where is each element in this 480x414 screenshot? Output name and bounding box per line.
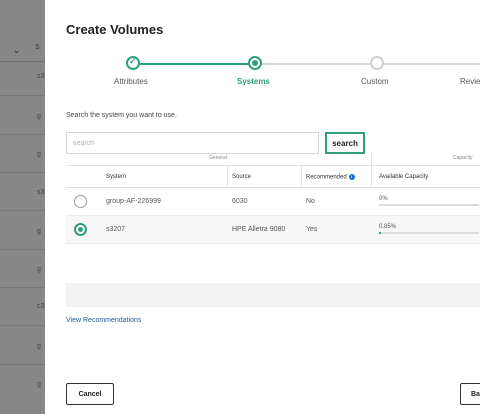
cell-recommended: Yes	[306, 226, 318, 233]
table-row[interactable]: group-AF-226999 6030 No 0%	[66, 188, 480, 216]
divider	[371, 153, 372, 165]
capacity-bar-fill	[379, 232, 381, 234]
cell-system: group-AF-226999	[106, 198, 161, 205]
row-select-radio[interactable]	[74, 195, 87, 208]
cell-capacity-label: 0.85%	[379, 224, 397, 230]
cell-system: s3207	[106, 226, 126, 233]
divider	[227, 166, 228, 188]
stepper-line-pending	[383, 63, 480, 65]
column-header-system[interactable]: System	[106, 174, 126, 180]
column-group-general: General	[209, 155, 227, 161]
cell-capacity-label: 0%	[379, 196, 388, 202]
column-header-recommended[interactable]: Recommended i	[306, 174, 355, 181]
search-input[interactable]	[66, 132, 319, 154]
back-button[interactable]: Ba	[460, 383, 480, 405]
step-label-review: Revie	[460, 77, 480, 86]
capacity-bar	[379, 232, 479, 234]
step-label-attributes[interactable]: Attributes	[114, 77, 148, 86]
cell-recommended: No	[306, 198, 315, 205]
column-header-available-capacity[interactable]: Available Capacity	[379, 174, 428, 180]
cell-source: HPE Alletra 9080	[232, 226, 286, 233]
table-footer-area	[66, 283, 480, 307]
divider	[301, 166, 302, 188]
stepper-line-pending	[260, 63, 380, 65]
info-icon[interactable]: i	[348, 174, 355, 180]
search-instruction: Search the system you want to use.	[66, 112, 177, 119]
table-header: System Source Recommended i Available Cap…	[66, 165, 480, 188]
capacity-bar	[379, 204, 479, 206]
cell-source: 6030	[232, 198, 248, 205]
column-header-source[interactable]: Source	[232, 174, 251, 180]
divider	[371, 166, 372, 188]
column-group-capacity: Capacity	[453, 155, 473, 161]
step-label-custom: Custom	[361, 77, 389, 86]
column-header-recommended-label: Recommended	[306, 174, 347, 181]
step-systems-current-icon[interactable]	[248, 56, 262, 70]
step-label-systems[interactable]: Systems	[237, 77, 270, 86]
cancel-button[interactable]: Cancel	[66, 383, 114, 405]
search-button[interactable]: search	[325, 132, 365, 154]
row-select-radio[interactable]	[74, 223, 87, 236]
create-volumes-dialog: Create Volumes ✓ Attributes Systems Cust…	[45, 0, 480, 414]
step-attributes-check-icon[interactable]: ✓	[126, 56, 140, 70]
view-recommendations-link[interactable]: View Recommendations	[66, 317, 141, 324]
step-custom-pending-icon	[370, 56, 384, 70]
stepper-line-complete	[140, 63, 255, 65]
table-row[interactable]: s3207 HPE Alletra 9080 Yes 0.85%	[66, 216, 480, 244]
dialog-title: Create Volumes	[66, 22, 164, 37]
